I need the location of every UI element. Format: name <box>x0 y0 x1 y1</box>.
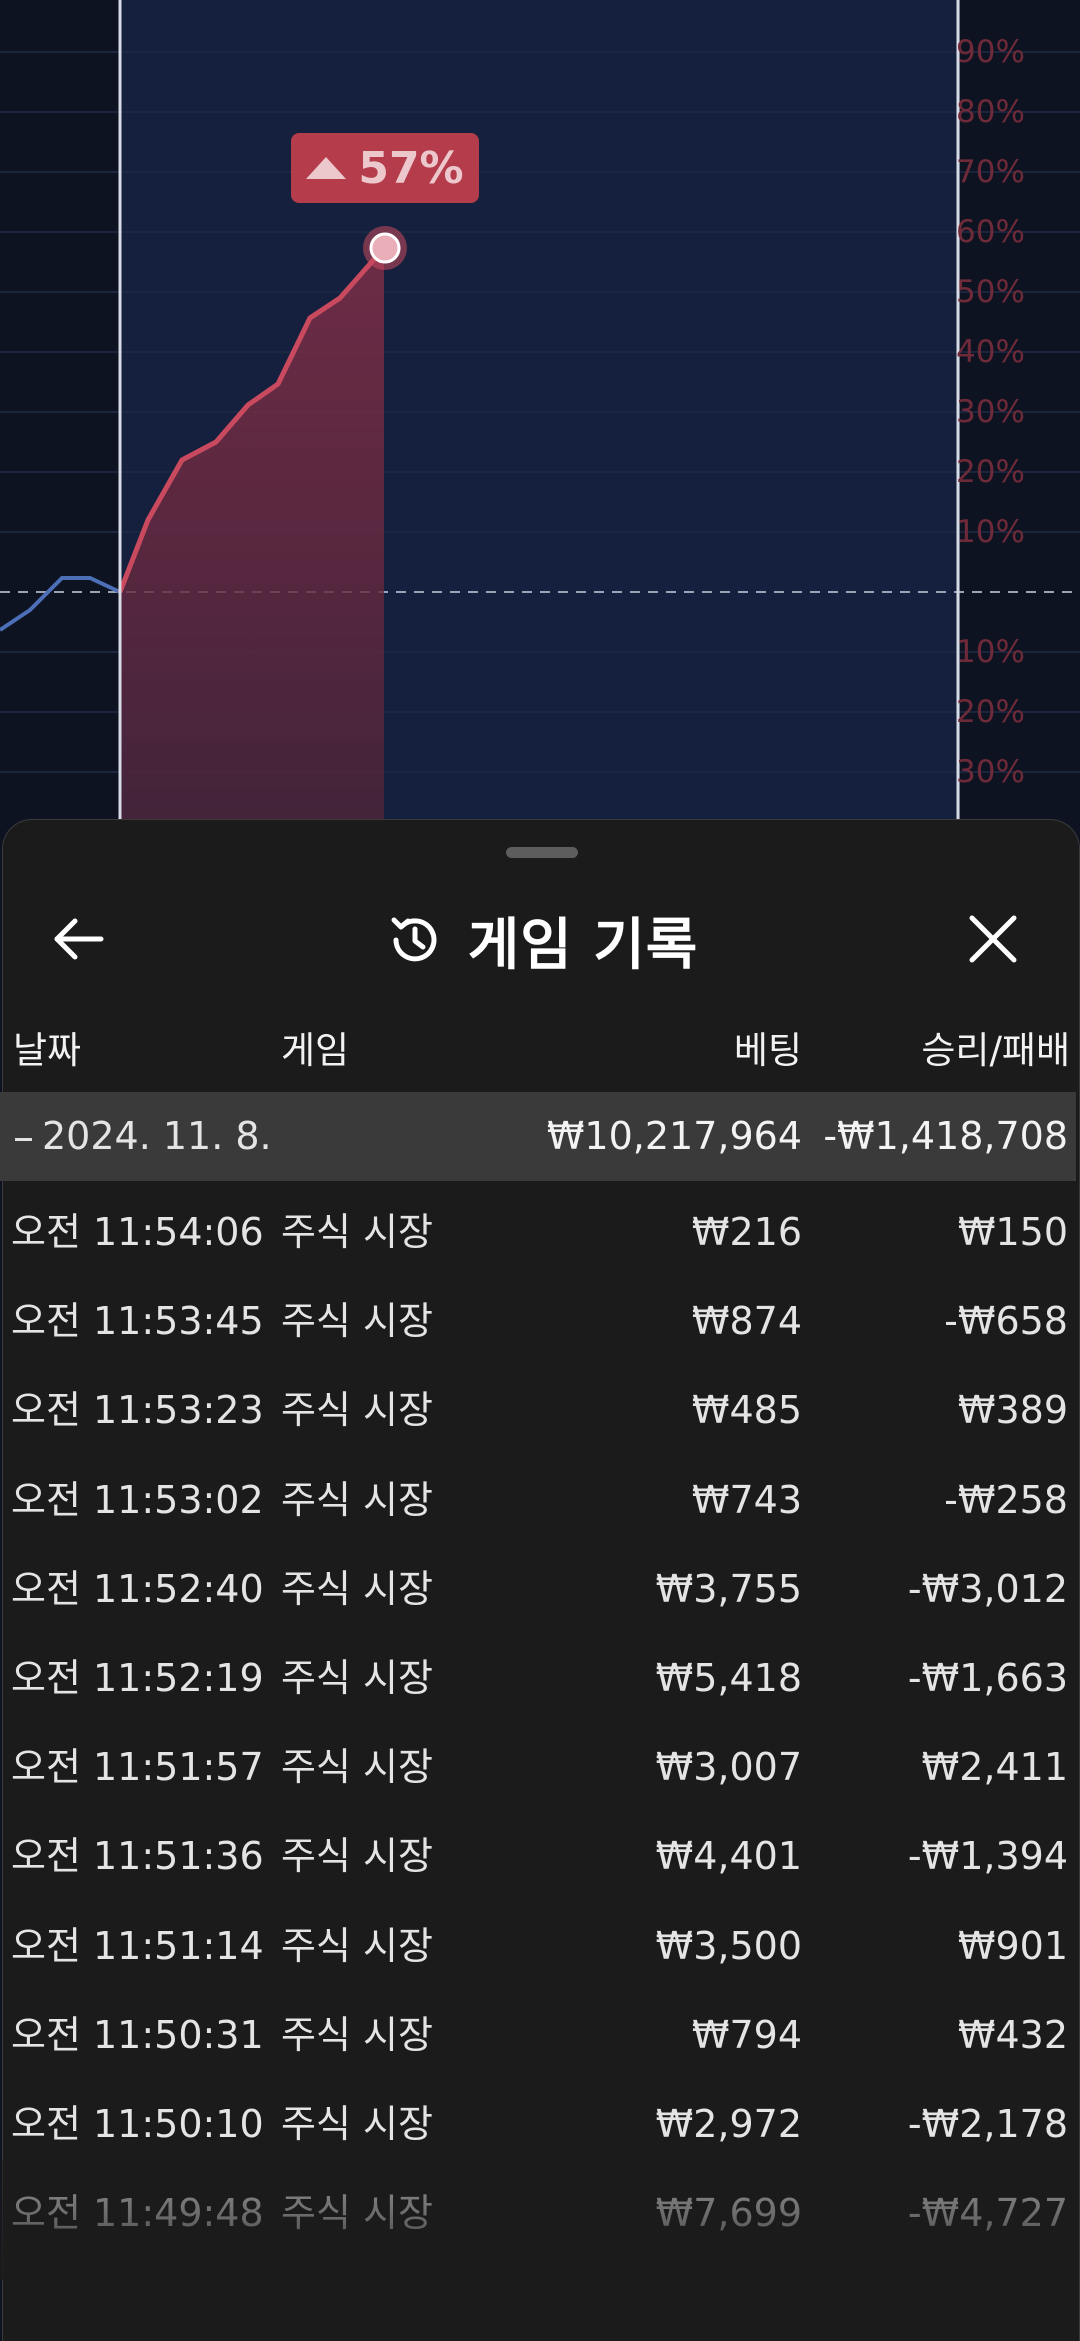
row-time: 오전 11:51:57 <box>11 1745 264 1789</box>
history-row[interactable]: 오전 11:51:57 주식 시장 ₩3,007 ₩2,411 <box>0 1723 1076 1812</box>
row-result: ₩150 <box>957 1210 1068 1254</box>
arrow-left-icon <box>54 918 104 960</box>
history-row[interactable]: 오전 11:52:40 주식 시장 ₩3,755 -₩3,012 <box>0 1545 1076 1634</box>
row-game: 주식 시장 <box>281 2191 433 2235</box>
row-time: 오전 11:50:31 <box>11 2013 264 2057</box>
percent-label: 80% <box>956 94 1025 130</box>
column-header-date: 날짜 <box>13 1029 82 1072</box>
sheet-header: 게임 기록 <box>3 880 1079 1000</box>
summary-bet-total: ₩10,217,964 <box>546 1114 802 1158</box>
row-time: 오전 11:51:14 <box>11 1924 264 1968</box>
row-result: -₩1,663 <box>907 1656 1068 1700</box>
row-result: -₩4,727 <box>907 2191 1068 2235</box>
percent-label: 20% <box>956 454 1025 490</box>
row-bet: ₩2,972 <box>655 2102 802 2146</box>
summary-result-total: -₩1,418,708 <box>823 1114 1068 1158</box>
row-result: -₩3,012 <box>907 1567 1068 1611</box>
sheet-title: 게임 기록 <box>467 912 699 978</box>
history-row[interactable]: 오전 11:50:31 주식 시장 ₩794 ₩432 <box>0 1991 1076 2080</box>
row-bet: ₩874 <box>691 1299 802 1343</box>
chart-canvas <box>0 0 1080 830</box>
row-bet: ₩794 <box>691 2013 802 2057</box>
row-result: -₩658 <box>944 1299 1068 1343</box>
close-button[interactable] <box>958 904 1028 974</box>
game-chart: 90% 80% 70% 60% 50% 40% 30% 20% 10% 10% 20% 30% 57% <box>0 0 1080 830</box>
percent-label: 30% <box>956 394 1025 430</box>
row-bet: ₩743 <box>691 1478 802 1522</box>
row-game: 주식 시장 <box>281 1299 433 1343</box>
percent-label: 40% <box>956 334 1025 370</box>
percent-label: 30% <box>956 754 1025 790</box>
history-row[interactable]: 오전 11:53:02 주식 시장 ₩743 -₩258 <box>0 1456 1076 1545</box>
history-row[interactable]: 오전 11:49:48 주식 시장 ₩7,699 -₩4,727 <box>0 2169 1076 2258</box>
change-badge: 57% <box>291 133 479 203</box>
row-game: 주식 시장 <box>281 1210 433 1254</box>
row-game: 주식 시장 <box>281 1745 433 1789</box>
history-row[interactable]: 오전 11:51:36 주식 시장 ₩4,401 -₩1,394 <box>0 1812 1076 1901</box>
history-row[interactable]: 오전 11:53:23 주식 시장 ₩485 ₩389 <box>0 1366 1076 1455</box>
row-time: 오전 11:52:40 <box>11 1567 264 1611</box>
row-game: 주식 시장 <box>281 1567 433 1611</box>
history-clock-icon <box>391 917 437 962</box>
history-row[interactable]: 오전 11:54:06 주식 시장 ₩216 ₩150 <box>0 1188 1076 1277</box>
row-result: -₩2,178 <box>907 2102 1068 2146</box>
percent-label: 90% <box>956 34 1025 70</box>
row-bet: ₩3,007 <box>655 1745 802 1789</box>
row-time: 오전 11:52:19 <box>11 1656 264 1700</box>
row-game: 주식 시장 <box>281 2102 433 2146</box>
percent-label: 50% <box>956 274 1025 310</box>
row-game: 주식 시장 <box>281 1388 433 1432</box>
row-bet: ₩485 <box>691 1388 802 1432</box>
history-row[interactable]: 오전 11:51:14 주식 시장 ₩3,500 ₩901 <box>0 1902 1076 1991</box>
sheet-drag-handle[interactable] <box>506 847 578 858</box>
row-time: 오전 11:49:48 <box>11 2191 264 2235</box>
row-result: -₩1,394 <box>907 1834 1068 1878</box>
row-bet: ₩3,500 <box>655 1924 802 1968</box>
row-bet: ₩3,755 <box>655 1567 802 1611</box>
row-game: 주식 시장 <box>281 1924 433 1968</box>
previous-price-line <box>0 576 121 632</box>
row-time: 오전 11:54:06 <box>11 1210 264 1254</box>
percent-label: 70% <box>956 154 1025 190</box>
row-result: -₩258 <box>944 1478 1068 1522</box>
history-row[interactable]: 오전 11:52:19 주식 시장 ₩5,418 -₩1,663 <box>0 1634 1076 1723</box>
row-time: 오전 11:51:36 <box>11 1834 264 1878</box>
row-game: 주식 시장 <box>281 1834 433 1878</box>
title-group: 게임 기록 <box>3 880 1079 1000</box>
row-game: 주식 시장 <box>281 1478 433 1522</box>
percent-label: 10% <box>956 514 1025 550</box>
summary-date: 2024. 11. 8. <box>42 1114 272 1158</box>
row-game: 주식 시장 <box>281 1656 433 1700</box>
back-button[interactable] <box>43 904 113 974</box>
collapse-toggle[interactable]: – <box>13 1092 34 1181</box>
percent-label: 20% <box>956 694 1025 730</box>
row-time: 오전 11:50:10 <box>11 2102 264 2146</box>
percent-label: 60% <box>956 214 1025 250</box>
column-header-bet: 베팅 <box>733 1029 802 1072</box>
row-bet: ₩216 <box>691 1210 802 1254</box>
row-time: 오전 11:53:02 <box>11 1478 264 1522</box>
percent-label: 10% <box>956 634 1025 670</box>
column-header-game: 게임 <box>281 1029 350 1072</box>
row-result: ₩389 <box>957 1388 1068 1432</box>
row-result: ₩432 <box>957 2013 1068 2057</box>
column-header-result: 승리/패배 <box>921 1029 1070 1072</box>
row-result: ₩2,411 <box>921 1745 1068 1789</box>
row-bet: ₩7,699 <box>655 2191 802 2235</box>
current-point <box>369 232 401 264</box>
history-row[interactable]: 오전 11:53:45 주식 시장 ₩874 -₩658 <box>0 1277 1076 1366</box>
row-bet: ₩5,418 <box>655 1656 802 1700</box>
day-summary-row[interactable]: – 2024. 11. 8. ₩10,217,964 -₩1,418,708 <box>0 1092 1076 1181</box>
up-arrow-icon <box>306 157 347 179</box>
change-value: 57% <box>358 142 464 194</box>
row-result: ₩901 <box>957 1924 1068 1968</box>
row-time: 오전 11:53:23 <box>11 1388 264 1432</box>
close-icon <box>969 915 1017 963</box>
row-game: 주식 시장 <box>281 2013 433 2057</box>
history-row[interactable]: 오전 11:50:10 주식 시장 ₩2,972 -₩2,178 <box>0 2080 1076 2169</box>
row-time: 오전 11:53:45 <box>11 1299 264 1343</box>
row-bet: ₩4,401 <box>655 1834 802 1878</box>
